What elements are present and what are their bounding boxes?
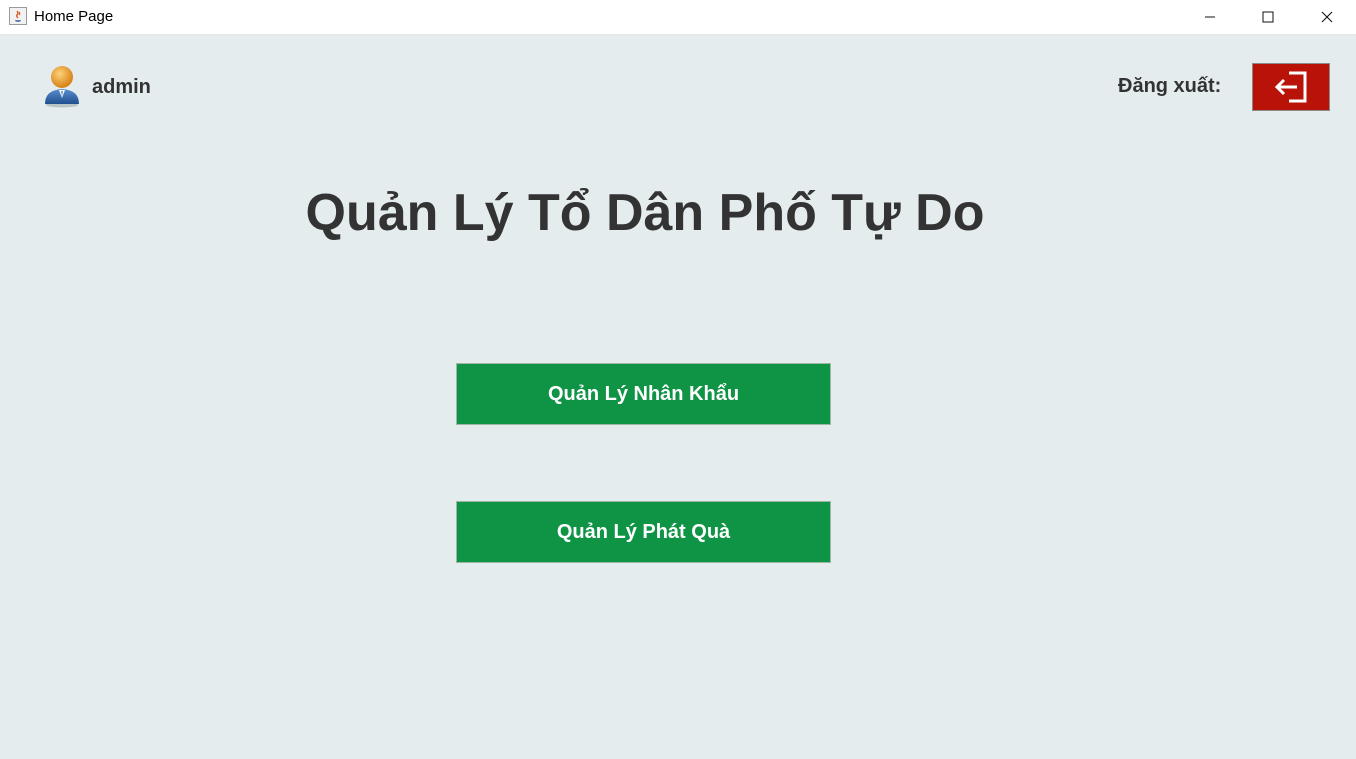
page-title: Quản Lý Tổ Dân Phố Tự Do [305, 184, 985, 242]
maximize-button[interactable] [1239, 0, 1297, 34]
minimize-button[interactable] [1181, 0, 1239, 34]
user-avatar-icon [42, 62, 82, 108]
minimize-icon [1205, 16, 1215, 18]
manage-gifts-button[interactable]: Quản Lý Phát Quà [456, 501, 831, 563]
title-bar: Home Page [0, 0, 1356, 35]
manage-residents-button[interactable]: Quản Lý Nhân Khẩu [456, 363, 831, 425]
maximize-icon [1262, 11, 1274, 23]
window-title: Home Page [34, 8, 114, 25]
java-app-icon [9, 7, 27, 25]
logout-button[interactable] [1252, 63, 1330, 111]
home-page-window: Home Page admin Đăng xuất: Quản Lý Tổ Dâ… [0, 0, 1356, 759]
username-label: admin [92, 76, 151, 98]
logout-arrow-icon [1274, 71, 1307, 103]
close-icon [1321, 11, 1333, 23]
logout-label: Đăng xuất: [1118, 75, 1222, 97]
close-button[interactable] [1298, 0, 1356, 34]
